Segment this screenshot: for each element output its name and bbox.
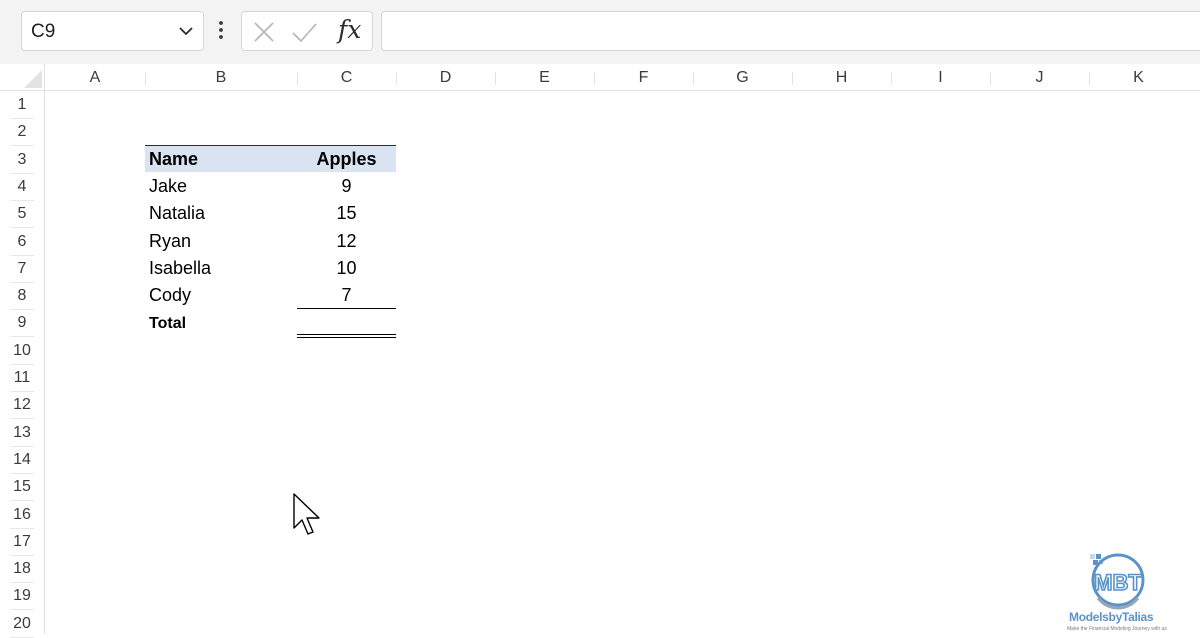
column-header-c[interactable]: C xyxy=(297,64,396,91)
column-header-b[interactable]: B xyxy=(145,64,297,91)
column-separator xyxy=(792,72,793,85)
row-header-16[interactable]: 16 xyxy=(0,501,44,528)
column-header-f[interactable]: F xyxy=(594,64,693,91)
row-header-11[interactable]: 11 xyxy=(0,364,44,391)
row-header-3[interactable]: 3 xyxy=(0,146,44,173)
cell-b5[interactable]: Natalia xyxy=(149,199,205,226)
column-header-k[interactable]: K xyxy=(1089,64,1188,91)
logo-letters: MBT xyxy=(1094,570,1142,595)
vertical-dots-icon[interactable] xyxy=(214,14,228,46)
column-separator xyxy=(297,72,298,85)
row-header-1[interactable]: 1 xyxy=(0,91,44,118)
checkmark-icon[interactable] xyxy=(290,18,318,46)
row-header-5[interactable]: 5 xyxy=(0,200,44,227)
column-separator xyxy=(990,72,991,85)
cell-b8[interactable]: Cody xyxy=(149,281,191,308)
row-header-19[interactable]: 19 xyxy=(0,582,44,609)
cell-b4[interactable]: Jake xyxy=(149,172,187,199)
cell-c7[interactable]: 10 xyxy=(297,254,396,281)
row-header-20[interactable]: 20 xyxy=(0,610,44,637)
column-header-e[interactable]: E xyxy=(495,64,594,91)
cell-c8-bottom-border xyxy=(297,308,396,309)
column-separator xyxy=(891,72,892,85)
row-header-9[interactable]: 9 xyxy=(0,309,44,336)
column-header-h[interactable]: H xyxy=(792,64,891,91)
cell-c9-selected[interactable] xyxy=(297,310,396,337)
row-header-10[interactable]: 10 xyxy=(0,337,44,364)
cell-c3[interactable]: Apples xyxy=(297,145,396,172)
chevron-down-icon[interactable] xyxy=(175,20,197,42)
column-headers: ABCDEFGHIJK xyxy=(45,64,1200,91)
row-headers: 1 2 3 4 5 6 7 8 9 10 11 12 13 14 15 16 17 18 19 20 xyxy=(0,91,45,638)
select-all-triangle-icon xyxy=(24,70,42,88)
close-icon[interactable] xyxy=(250,18,278,46)
column-separator xyxy=(594,72,595,85)
logo-tagline: Make the Financial Modeling Journey with… xyxy=(1067,626,1167,632)
column-header-d[interactable]: D xyxy=(396,64,495,91)
row-header-12[interactable]: 12 xyxy=(0,391,44,418)
cell-b9[interactable]: Total xyxy=(149,310,186,337)
row-header-7[interactable]: 7 xyxy=(0,255,44,282)
column-header-i[interactable]: I xyxy=(891,64,990,91)
row-header-2[interactable]: 2 xyxy=(0,118,44,145)
row-header-13[interactable]: 13 xyxy=(0,419,44,446)
column-separator xyxy=(495,72,496,85)
row-header-18[interactable]: 18 xyxy=(0,555,44,582)
cell-c4[interactable]: 9 xyxy=(297,172,396,199)
column-separator xyxy=(396,72,397,85)
cell-c9-double-border-bottom xyxy=(297,337,396,338)
select-all-corner[interactable] xyxy=(0,64,45,91)
mouse-pointer-icon xyxy=(293,493,320,535)
column-separator xyxy=(693,72,694,85)
column-separator xyxy=(145,72,146,85)
row-header-8[interactable]: 8 xyxy=(0,282,44,309)
row-header-17[interactable]: 17 xyxy=(0,528,44,555)
cell-c9-double-border-top xyxy=(297,334,396,335)
row-header-15[interactable]: 15 xyxy=(0,473,44,500)
column-header-j[interactable]: J xyxy=(990,64,1089,91)
column-separator xyxy=(1089,72,1090,85)
column-header-g[interactable]: G xyxy=(693,64,792,91)
row-header-4[interactable]: 4 xyxy=(0,173,44,200)
cell-b3[interactable]: Name xyxy=(149,145,198,172)
cell-c8[interactable]: 7 xyxy=(297,281,396,308)
cell-c6[interactable]: 12 xyxy=(297,227,396,254)
row-header-6[interactable]: 6 xyxy=(0,228,44,255)
insert-function-button[interactable]: fx xyxy=(338,15,361,44)
name-box-value: C9 xyxy=(31,21,56,42)
cell-b7[interactable]: Isabella xyxy=(149,254,211,281)
cell-c5[interactable]: 15 xyxy=(297,199,396,226)
formula-input[interactable] xyxy=(381,11,1200,51)
name-box[interactable]: C9 xyxy=(21,11,204,51)
logo-brand-text: ModelsbyTalias xyxy=(1069,610,1154,624)
cell-b6[interactable]: Ryan xyxy=(149,227,191,254)
formula-bar: C9 fx xyxy=(0,0,1200,64)
formula-actions: fx xyxy=(241,11,373,51)
column-header-a[interactable]: A xyxy=(45,64,145,91)
row-header-14[interactable]: 14 xyxy=(0,446,44,473)
